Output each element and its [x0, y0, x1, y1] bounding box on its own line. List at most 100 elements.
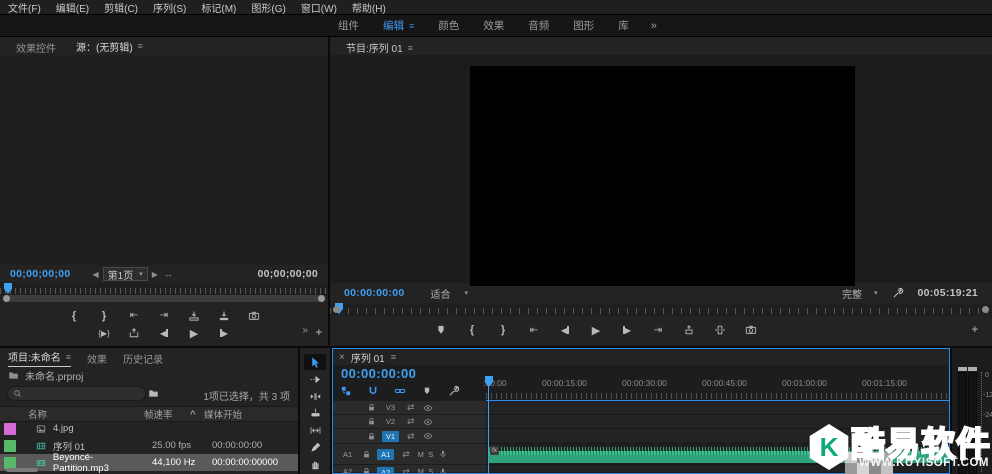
- sync-lock-icon[interactable]: ⇄: [407, 431, 415, 442]
- lock-icon[interactable]: [362, 467, 371, 474]
- search-input[interactable]: [26, 388, 131, 399]
- tab-source-monitor[interactable]: 源：(无剪辑) ≡: [76, 37, 143, 57]
- play-button[interactable]: ▶: [187, 326, 201, 340]
- sync-lock-icon[interactable]: ⇄: [407, 416, 415, 427]
- timeline-settings-wrench-icon[interactable]: [447, 384, 461, 398]
- export-frame-button[interactable]: [744, 323, 758, 337]
- mic-icon[interactable]: [438, 449, 448, 459]
- go-to-in-button[interactable]: ⇤: [527, 323, 541, 337]
- new-bin-button[interactable]: [146, 386, 160, 400]
- menu-help[interactable]: 帮助(H): [352, 0, 386, 15]
- zoom-handle-right[interactable]: [982, 306, 989, 313]
- mic-icon[interactable]: [438, 467, 448, 474]
- menu-window[interactable]: 窗口(W): [301, 0, 337, 15]
- column-media-start[interactable]: 媒体开始: [204, 407, 242, 421]
- add-marker-button[interactable]: [420, 384, 434, 398]
- sync-lock-icon[interactable]: ⇄: [402, 467, 410, 473]
- razor-tool[interactable]: [304, 405, 326, 421]
- expand-arrows-icon[interactable]: ↔: [164, 269, 173, 279]
- go-to-out-button[interactable]: ⇥: [157, 309, 171, 323]
- solo-button[interactable]: S: [426, 467, 436, 473]
- workspace-menu-icon[interactable]: ≡: [409, 21, 414, 31]
- project-file-row[interactable]: 未命名.prproj: [0, 365, 298, 385]
- lift-button[interactable]: [682, 323, 696, 337]
- extract-button[interactable]: [713, 323, 727, 337]
- mute-button[interactable]: M: [416, 450, 426, 459]
- track-badge-a1[interactable]: A1: [377, 448, 395, 460]
- tab-history[interactable]: 历史记录: [123, 348, 163, 366]
- ripple-edit-tool[interactable]: [304, 388, 326, 404]
- button-editor-add-icon[interactable]: +: [316, 327, 322, 339]
- lock-icon[interactable]: [367, 432, 376, 441]
- menu-markers[interactable]: 标记(M): [201, 0, 236, 15]
- panel-menu-icon[interactable]: ≡: [138, 41, 143, 51]
- sync-lock-icon[interactable]: ⇄: [402, 449, 410, 460]
- track-lane-v3[interactable]: [486, 401, 949, 415]
- workspace-tab-color[interactable]: 颜色: [438, 18, 459, 33]
- tab-effect-controls[interactable]: 效果控件: [16, 37, 56, 55]
- mark-in-button[interactable]: {: [67, 309, 81, 323]
- export-frame-button[interactable]: [247, 309, 261, 323]
- track-header-v1[interactable]: V1 ⇄: [333, 429, 486, 444]
- tab-effects[interactable]: 效果: [87, 348, 107, 366]
- page-prev-icon[interactable]: ◀: [93, 270, 99, 279]
- workspace-tab-audio[interactable]: 音频: [528, 18, 549, 33]
- timeline-ruler[interactable]: :00:00 00:00:15:00 00:00:30:00 00:00:45:…: [483, 365, 949, 401]
- lock-icon[interactable]: [367, 417, 376, 426]
- column-frame-rate[interactable]: 帧速率: [144, 407, 190, 421]
- slip-tool[interactable]: [304, 422, 326, 438]
- panel-menu-icon[interactable]: ≡: [66, 352, 71, 362]
- label-swatch-green[interactable]: [4, 439, 16, 452]
- track-header-a1[interactable]: A1 A1 ⇄ M S: [333, 444, 486, 465]
- linked-selection-button[interactable]: [393, 384, 407, 398]
- source-zoom-scrollbar[interactable]: [3, 295, 325, 302]
- workspace-overflow-icon[interactable]: »: [651, 20, 657, 32]
- lock-icon[interactable]: [367, 403, 376, 412]
- go-to-out-button[interactable]: ⇥: [651, 323, 665, 337]
- menu-sequence[interactable]: 序列(S): [153, 0, 186, 15]
- workspace-tab-libraries[interactable]: 库: [618, 18, 629, 33]
- timeline-timecode[interactable]: 00:00:00:00: [341, 366, 416, 381]
- fit-select[interactable]: 适合 ▾: [431, 286, 469, 301]
- step-back-button[interactable]: ◀: [558, 323, 572, 337]
- track-badge-v3[interactable]: V3: [382, 402, 399, 413]
- workspace-tab-assembly[interactable]: 组件: [338, 18, 359, 33]
- export-media-button[interactable]: [127, 326, 141, 340]
- panel-menu-icon[interactable]: ≡: [408, 43, 413, 53]
- button-editor-add-icon[interactable]: +: [972, 324, 978, 336]
- track-header-v3[interactable]: V3 ⇄: [333, 401, 486, 415]
- nest-toggle-button[interactable]: [339, 384, 353, 398]
- track-badge-a2[interactable]: A2: [377, 467, 395, 473]
- overwrite-button[interactable]: [217, 309, 231, 323]
- label-swatch-pink[interactable]: [4, 422, 16, 435]
- mark-out-button[interactable]: }: [97, 309, 111, 323]
- playback-resolution-select[interactable]: 完整 ▾: [842, 286, 878, 301]
- source-ruler[interactable]: [0, 283, 328, 295]
- menu-file[interactable]: 文件(F): [8, 0, 41, 15]
- zoom-handle-right[interactable]: [318, 295, 325, 302]
- column-name[interactable]: 名称: [28, 407, 140, 421]
- eye-icon[interactable]: [423, 403, 433, 413]
- project-row-audio-selected[interactable]: Beyoncé-Partition.mp3 44,100 Hz 00:00:00…: [0, 452, 298, 474]
- tab-program-monitor[interactable]: 节目:序列 01 ≡: [346, 37, 413, 56]
- eye-icon[interactable]: [423, 431, 433, 441]
- track-header-a2[interactable]: A2 A2 ⇄ M S: [333, 465, 486, 473]
- play-button[interactable]: ▶: [589, 323, 603, 337]
- play-in-to-out-button[interactable]: {▶}: [97, 326, 111, 340]
- go-to-in-button[interactable]: ⇤: [127, 309, 141, 323]
- hand-tool[interactable]: [304, 456, 326, 472]
- settings-wrench-icon[interactable]: [891, 286, 905, 300]
- sync-lock-icon[interactable]: ⇄: [407, 402, 415, 413]
- step-forward-button[interactable]: ▶: [217, 326, 231, 340]
- track-header-v2[interactable]: V2 ⇄: [333, 415, 486, 429]
- workspace-tab-effects[interactable]: 效果: [483, 18, 504, 33]
- project-row-image[interactable]: 4.jpg: [0, 420, 298, 437]
- tab-sequence[interactable]: 序列 01: [351, 350, 385, 365]
- workspace-tab-graphics[interactable]: 图形: [573, 18, 594, 33]
- step-back-button[interactable]: ◀: [157, 326, 171, 340]
- lock-icon[interactable]: [362, 450, 371, 459]
- zoom-handle-left[interactable]: [3, 295, 10, 302]
- mark-in-button[interactable]: {: [465, 323, 479, 337]
- pen-tool[interactable]: [304, 439, 326, 455]
- page-select[interactable]: 第1页 ▾: [102, 267, 148, 282]
